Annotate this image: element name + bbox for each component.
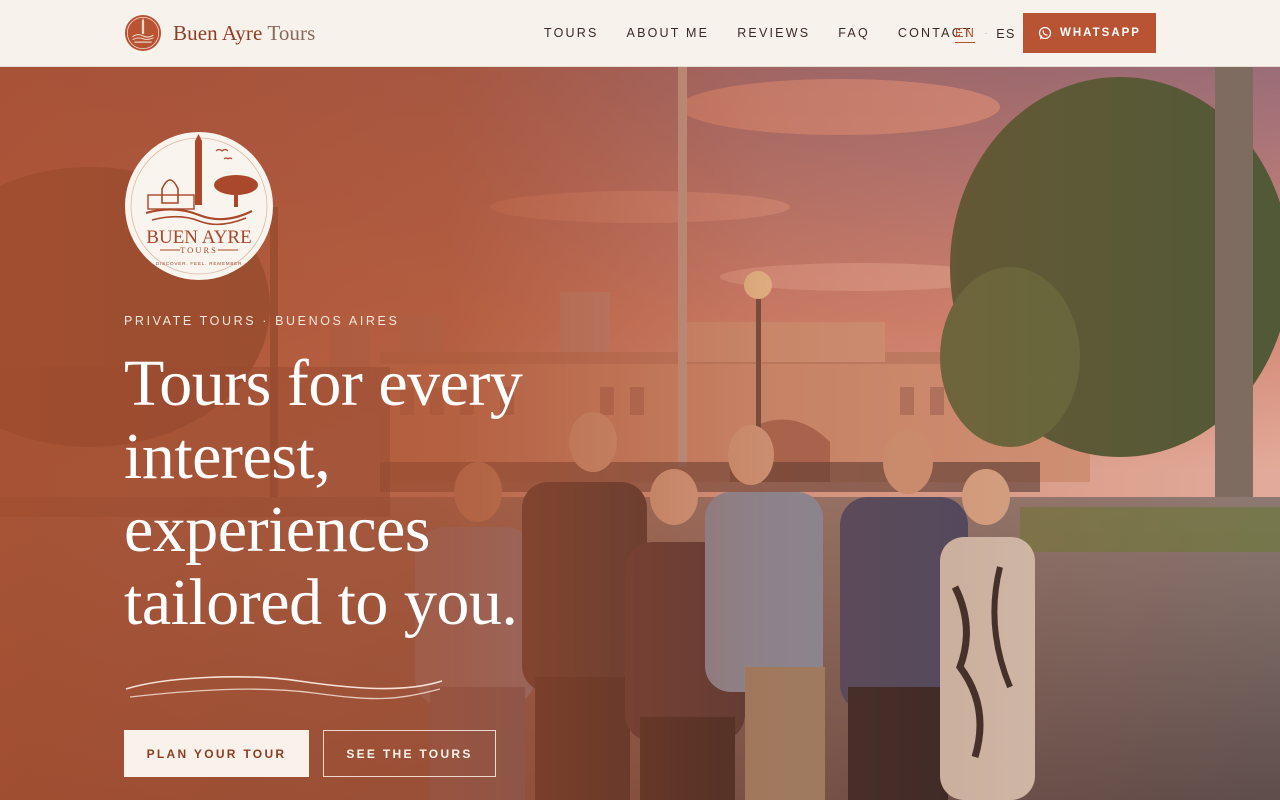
brand-logo-link[interactable]: Buen Ayre Tours	[124, 14, 315, 52]
logo-icon	[124, 14, 162, 52]
lang-separator: ·	[984, 28, 990, 39]
hero-badge-logo: BUEN AYRE TOURS · DISCOVER. FEEL. REMEMB…	[125, 132, 273, 280]
hero-headline: Tours for every interest, experiences ta…	[124, 347, 523, 639]
lang-es[interactable]: ES	[996, 26, 1016, 42]
see-the-tours-button[interactable]: SEE THE TOURS	[323, 730, 496, 777]
main-nav: TOURS ABOUT ME REVIEWS FAQ CONTACT	[544, 25, 1001, 41]
hero-section: BUEN AYRE TOURS · DISCOVER. FEEL. REMEMB…	[0, 67, 1280, 800]
nav-item-about-me[interactable]: ABOUT ME	[627, 25, 710, 41]
whatsapp-button[interactable]: WHATSAPP	[1023, 13, 1156, 53]
nav-item-tours[interactable]: TOURS	[544, 25, 599, 41]
whatsapp-button-label: WHATSAPP	[1060, 27, 1141, 39]
plan-your-tour-button[interactable]: PLAN YOUR TOUR	[124, 730, 309, 777]
hero-kicker: PRIVATE TOURS · BUENOS AIRES	[124, 314, 400, 328]
nav-item-reviews[interactable]: REVIEWS	[737, 25, 810, 41]
site-header: Buen Ayre Tours TOURS ABOUT ME REVIEWS F…	[0, 0, 1280, 67]
nav-item-faq[interactable]: FAQ	[838, 25, 870, 41]
whatsapp-icon	[1038, 26, 1052, 40]
language-switcher: EN · ES	[955, 25, 1016, 43]
lang-en[interactable]: EN	[955, 25, 976, 43]
brand-name-main: Buen Ayre	[173, 20, 263, 45]
badge-subtitle: TOURS	[180, 245, 218, 255]
brand-name: Buen Ayre Tours	[173, 21, 315, 46]
brand-name-light: Tours	[267, 20, 316, 45]
badge-motto: · DISCOVER. FEEL. REMEMBER ·	[151, 261, 246, 266]
decorative-squiggle	[125, 676, 443, 700]
